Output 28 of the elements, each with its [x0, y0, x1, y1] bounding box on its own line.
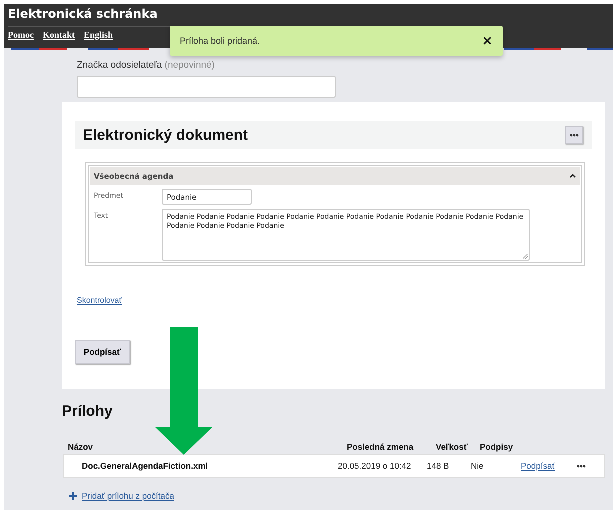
notification-message: Príloha boli pridaná. — [180, 36, 260, 46]
plus-icon[interactable] — [69, 492, 77, 500]
input-field[interactable] — [77, 76, 336, 98]
sign-button[interactable]: Podpísať — [75, 340, 130, 364]
section-heading: Prílohy — [62, 403, 114, 420]
document-title: Elektronický dokument — [83, 126, 248, 144]
site-title: Elektronická schránka — [8, 6, 158, 21]
close-button[interactable]: × — [482, 34, 493, 48]
more-icon — [570, 134, 578, 136]
field-label: Značka odosielateľa — [77, 60, 164, 71]
header-link[interactable]: English — [84, 30, 114, 40]
table-cell-text: 148 B — [427, 461, 450, 471]
more-button[interactable] — [565, 126, 583, 144]
table-cell-text: 20.05.2019 o 10:42 — [338, 461, 412, 471]
column-header: Názov — [68, 442, 94, 454]
table-cell-text: Nie — [471, 461, 485, 471]
more-icon[interactable] — [577, 464, 586, 468]
column-header: Podpisy — [480, 442, 514, 454]
sign-link[interactable]: Podpísať — [521, 461, 556, 471]
column-header: Posledná zmena — [347, 442, 415, 454]
header-link[interactable]: Pomoc — [8, 30, 34, 40]
add-attachment-link[interactable]: Pridať prílohu z počítača — [82, 491, 174, 501]
column-header: Veľkosť — [436, 442, 469, 454]
header-link[interactable]: Kontakt — [43, 30, 76, 40]
chevron-icon[interactable] — [570, 174, 576, 178]
check-link[interactable]: Skontrolovať — [77, 296, 122, 305]
optional-hint: (nepovinné) — [164, 60, 215, 71]
resize-grip-icon[interactable] — [523, 254, 528, 259]
